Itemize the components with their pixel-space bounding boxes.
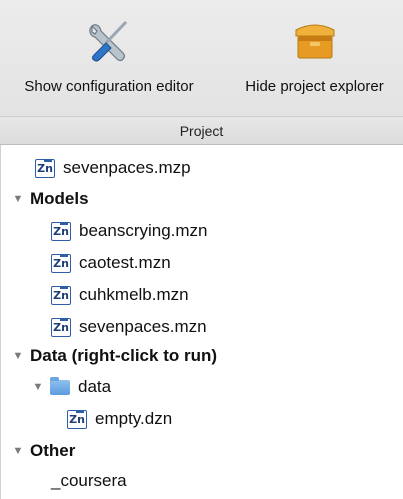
disclosure-triangle-icon[interactable]: ▼ [11,349,25,363]
disclosure-triangle-icon[interactable]: ▼ [11,192,25,206]
tree-item-label: sevenpaces.mzn [79,317,207,336]
tree-group-label: Data (right-click to run) [30,346,218,365]
tree-item-data-file[interactable]: Zn empty.dzn [67,405,172,433]
tree-group-models[interactable]: ▼ Models [11,185,89,213]
minizinc-file-icon: Zn [51,221,71,241]
minizinc-file-icon: Zn [51,253,71,273]
hide-project-explorer-button[interactable]: Hide project explorer [226,0,403,116]
minizinc-file-icon: Zn [51,317,71,337]
tree-item-model[interactable]: Zn beanscrying.mzn [51,217,208,245]
tree-item-label: caotest.mzn [79,253,171,272]
folder-icon [50,376,70,395]
tree-folder-data[interactable]: ▼ data [31,373,111,401]
tree-group-label: Other [30,441,76,460]
tree-item-label: beanscrying.mzn [79,221,208,240]
tree-item-project-file[interactable]: Zn sevenpaces.mzp [35,154,191,182]
tree-item-label: _coursera [51,471,127,490]
minizinc-file-icon: Zn [35,158,55,178]
box-icon [295,24,334,59]
tree-item-label: empty.dzn [95,409,173,428]
hide-project-explorer-label: Hide project explorer [245,78,384,95]
project-panel-title: Project [179,122,224,139]
tree-item-label: sevenpaces.mzp [63,158,191,177]
show-configuration-editor-button[interactable]: Show configuration editor [0,0,218,116]
project-tree: Zn sevenpaces.mzp ▼ Models Zn beanscryin… [0,145,403,499]
show-configuration-editor-label: Show configuration editor [24,78,194,95]
tree-item-model[interactable]: Zn cuhkmelb.mzn [51,281,189,309]
tools-icon [89,20,128,62]
toolbar: Show configuration editor Hide project e… [0,0,403,116]
tree-item-other[interactable]: _coursera [51,467,127,495]
tree-folder-label: data [78,377,112,396]
project-panel-header: Project [0,116,403,145]
disclosure-triangle-icon[interactable]: ▼ [31,380,45,394]
tree-item-label: cuhkmelb.mzn [79,285,189,304]
minizinc-file-icon: Zn [67,409,87,429]
disclosure-triangle-icon[interactable]: ▼ [11,444,25,458]
tree-group-data[interactable]: ▼ Data (right-click to run) [11,342,217,370]
tree-group-other[interactable]: ▼ Other [11,437,76,465]
tree-item-model[interactable]: Zn sevenpaces.mzn [51,313,207,341]
tree-item-model[interactable]: Zn caotest.mzn [51,249,171,277]
tree-group-label: Models [30,189,89,208]
minizinc-file-icon: Zn [51,285,71,305]
